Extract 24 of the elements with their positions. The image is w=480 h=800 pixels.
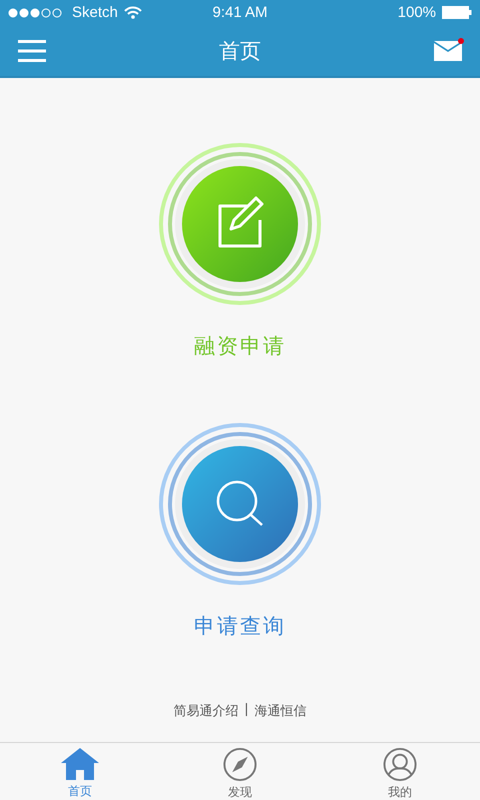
wifi-icon [124,6,142,19]
edit-circle-icon [158,142,322,306]
user-icon [382,747,418,782]
battery-icon [442,6,472,19]
link-separator: | [244,702,249,719]
search-circle-icon [158,422,322,586]
home-icon [60,747,100,781]
page-title: 首页 [219,38,261,64]
tab-item[interactable]: 发现 [160,743,320,800]
footer-link[interactable]: 海通恒信 [254,702,307,720]
footer-link[interactable]: 简易通介绍 [173,702,238,720]
envelope-icon [434,40,462,60]
battery-percent: 100% [398,4,436,21]
mail-button[interactable] [434,40,462,60]
action-label: 融资申请 [194,334,286,360]
menu-icon [18,40,46,62]
tab-item[interactable]: 我的 [320,743,480,800]
menu-button[interactable] [18,40,46,62]
status-time: 9:41 AM [212,4,268,21]
compass-icon [222,747,258,782]
carrier-name: Sketch [72,4,118,21]
action-button[interactable]: 申请查询 [158,422,322,640]
action-label: 申请查询 [194,614,286,640]
tab-item[interactable]: 首页 [0,743,160,800]
